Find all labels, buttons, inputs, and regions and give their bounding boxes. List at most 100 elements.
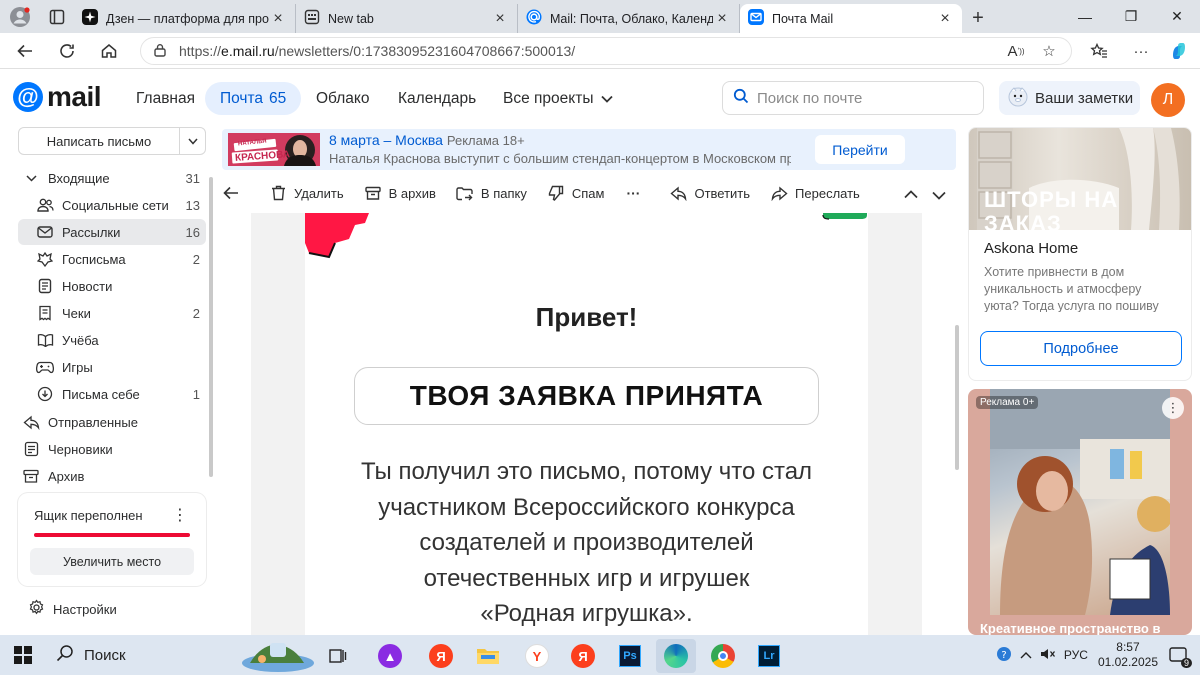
yandex-app-icon[interactable]: Я — [421, 639, 461, 673]
photoshop-icon[interactable]: Ps — [610, 639, 650, 673]
folder-games[interactable]: Игры — [18, 354, 206, 380]
increase-storage-button[interactable]: Увеличить место — [30, 548, 194, 575]
archive-icon — [364, 184, 382, 202]
yandex-search-icon[interactable]: Я — [563, 639, 603, 673]
nav-calendar[interactable]: Календарь — [383, 82, 491, 115]
tab-actions-icon[interactable] — [40, 0, 74, 33]
side-ad-creative-space[interactable]: Реклама 0+ ⋮ Креативное пространство в — [968, 389, 1192, 635]
close-icon[interactable]: ✕ — [1154, 0, 1200, 33]
close-icon[interactable]: × — [713, 10, 731, 28]
browser-tab-mail-active[interactable]: Почта Mail × — [740, 4, 962, 33]
more-options-icon[interactable]: ⋮ — [1162, 397, 1184, 419]
nav-cloud[interactable]: Облако — [301, 82, 384, 115]
more-actions-button[interactable]: ··· — [624, 184, 649, 202]
ad-go-button[interactable]: Перейти — [815, 135, 905, 164]
chevron-up-icon[interactable] — [1020, 648, 1032, 662]
folder-archive[interactable]: Архив — [18, 463, 206, 489]
notes-button[interactable]: Ваши заметки — [999, 81, 1140, 115]
browser-tab-strip: Дзен — платформа для просмотра × New tab… — [0, 0, 1200, 33]
lightroom-icon[interactable]: Lr — [749, 639, 789, 673]
profile-icon[interactable] — [0, 0, 40, 33]
letter-text-line: создателей и производителей — [419, 529, 754, 556]
nav-main[interactable]: Главная — [121, 82, 210, 115]
reply-button[interactable]: Ответить — [669, 184, 750, 202]
ad-banner[interactable]: НАТАЛЬЯ КРАСНОВА 8 марта – Москва Реклам… — [222, 129, 956, 170]
chevron-down-icon[interactable] — [22, 169, 40, 187]
mail-logo[interactable]: @ mail — [13, 81, 102, 113]
restore-icon[interactable]: ❐ — [1108, 0, 1154, 33]
clock[interactable]: 8:57 01.02.2025 — [1098, 640, 1158, 670]
settings-link[interactable]: Настройки — [28, 599, 117, 619]
browser-tab-zen[interactable]: Дзен — платформа для просмотра × — [74, 4, 296, 33]
taskbar-search[interactable]: Поиск — [46, 635, 316, 675]
side-ad-askona[interactable]: ШТОРЫ НА ЗАКАЗ Askona Home Хотите привне… — [968, 127, 1192, 381]
folder-label: Письма себе — [62, 386, 140, 402]
chevron-down-icon[interactable] — [179, 128, 205, 154]
edge-browser-icon[interactable] — [656, 639, 696, 673]
ad-description: Хотите привнести в дом уникальность и ат… — [984, 265, 1159, 312]
folder-drafts[interactable]: Черновики — [18, 436, 206, 462]
more-menu-icon[interactable]: ··· — [1127, 37, 1155, 65]
move-to-folder-button[interactable]: В папку — [456, 184, 527, 202]
close-icon[interactable]: × — [936, 10, 954, 28]
file-explorer-icon[interactable] — [468, 639, 508, 673]
minimize-icon[interactable]: — — [1062, 0, 1108, 33]
home-icon[interactable] — [88, 33, 130, 69]
nav-mail[interactable]: Почта 65 — [205, 82, 302, 115]
back-icon[interactable] — [4, 33, 46, 69]
close-icon[interactable]: × — [491, 10, 509, 28]
archive-button[interactable]: В архив — [364, 184, 436, 202]
folder-government[interactable]: Госписьма 2 — [18, 246, 206, 272]
letter-scrollbar[interactable] — [955, 325, 959, 470]
folder-study[interactable]: Учёба — [18, 327, 206, 353]
letter-deco-shape — [305, 213, 369, 259]
search-input[interactable]: Поиск по почте — [722, 81, 984, 115]
lock-icon[interactable] — [153, 43, 167, 60]
reload-icon[interactable] — [46, 33, 88, 69]
volume-icon[interactable] — [1040, 647, 1056, 664]
next-message-icon[interactable] — [932, 187, 946, 205]
windows-start-icon[interactable] — [0, 635, 46, 675]
back-to-list-button[interactable] — [222, 184, 247, 202]
help-icon[interactable]: ? — [996, 646, 1012, 665]
ad-more-button[interactable]: Подробнее — [980, 331, 1182, 366]
spam-button[interactable]: Спам — [547, 184, 604, 202]
chrome-browser-icon[interactable] — [703, 639, 743, 673]
read-aloud-icon[interactable]: A ʼ)) — [1002, 37, 1030, 65]
sidebar-scrollbar[interactable] — [209, 177, 213, 477]
folder-sent[interactable]: Отправленные — [18, 409, 206, 435]
previous-message-icon[interactable] — [904, 186, 918, 204]
close-icon[interactable]: × — [269, 10, 287, 28]
folder-self[interactable]: Письма себе 1 — [18, 381, 206, 407]
copilot-icon[interactable] — [1165, 37, 1193, 65]
nav-label: Все проекты — [503, 89, 594, 107]
favorite-star-icon[interactable]: ☆ — [1035, 37, 1063, 65]
browser-tab-newtab[interactable]: New tab × — [296, 4, 518, 33]
task-view-icon[interactable] — [318, 639, 358, 673]
ad-title[interactable]: 8 марта – Москва — [329, 132, 443, 148]
notifications-icon[interactable]: 9 — [1168, 645, 1192, 668]
ad-image-text: ШТОРЫ НА ЗАКАЗ — [984, 187, 1119, 236]
folder-inbox[interactable]: Входящие 31 — [18, 165, 206, 191]
input-language[interactable]: РУС — [1064, 648, 1088, 662]
folder-social[interactable]: Социальные сети 13 — [18, 192, 206, 218]
user-avatar[interactable]: Л — [1151, 83, 1185, 117]
folder-news[interactable]: Новости — [18, 273, 206, 299]
delete-button[interactable]: Удалить — [269, 184, 344, 202]
nav-all-projects[interactable]: Все проекты — [488, 82, 628, 115]
system-tray: ? РУС 8:57 01.02.2025 9 — [996, 635, 1200, 675]
browser-tab-mail-portal[interactable]: Mail: Почта, Облако, Календарь, × — [518, 4, 740, 33]
compose-button[interactable]: Написать письмо — [18, 127, 206, 155]
ad-advertiser-name: Askona Home — [984, 240, 1079, 257]
url-field[interactable]: https://e.mail.ru/newsletters/0:17383095… — [140, 37, 1072, 65]
gear-icon — [28, 599, 45, 619]
self-mail-icon — [36, 385, 54, 403]
favorites-icon[interactable] — [1085, 37, 1113, 65]
yandex-browser-icon[interactable]: Y — [517, 639, 557, 673]
folder-newsletters[interactable]: Рассылки 16 — [18, 219, 206, 245]
alice-app-icon[interactable]: ▲ — [370, 639, 410, 673]
forward-button[interactable]: Переслать — [770, 184, 860, 202]
new-tab-button[interactable]: + — [962, 4, 994, 33]
folder-receipts[interactable]: Чеки 2 — [18, 300, 206, 326]
more-options-icon[interactable]: ⋮ — [172, 505, 188, 525]
